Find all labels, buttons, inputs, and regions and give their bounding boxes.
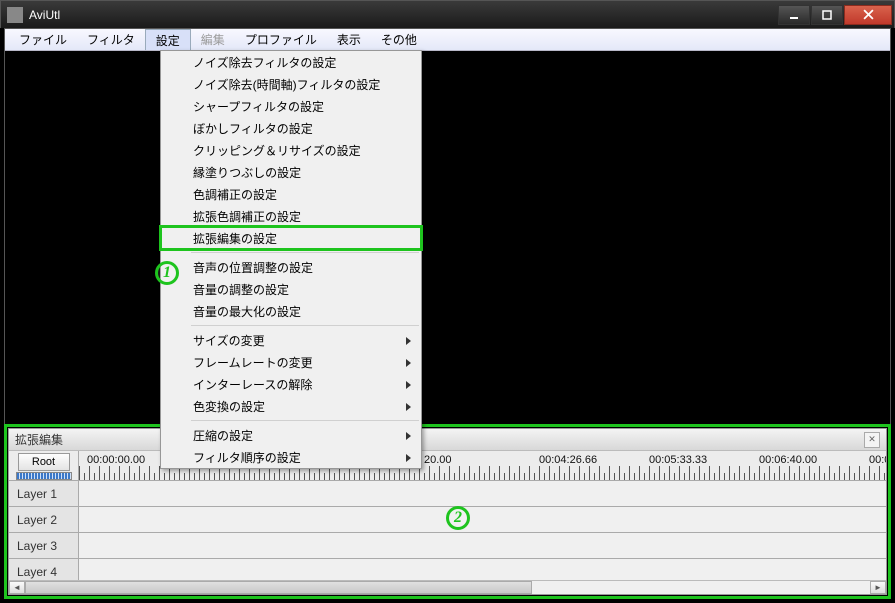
menu-表示[interactable]: 表示 bbox=[327, 29, 371, 50]
submenu-arrow-icon bbox=[406, 432, 411, 440]
menu-item-縁塗りつぶしの設定[interactable]: 縁塗りつぶしの設定 bbox=[161, 161, 421, 183]
time-label: 00:04:26.66 bbox=[539, 454, 597, 466]
submenu-arrow-icon bbox=[406, 381, 411, 389]
submenu-arrow-icon bbox=[406, 403, 411, 411]
layer-track[interactable] bbox=[79, 533, 886, 558]
submenu-arrow-icon bbox=[406, 337, 411, 345]
menu-編集: 編集 bbox=[191, 29, 235, 50]
submenu-arrow-icon bbox=[406, 454, 411, 462]
layer-label[interactable]: Layer 3 bbox=[9, 533, 79, 558]
menu-プロファイル[interactable]: プロファイル bbox=[235, 29, 327, 50]
window-buttons bbox=[778, 5, 892, 25]
menu-item-ノイズ除去(時間軸)フィルタの設定[interactable]: ノイズ除去(時間軸)フィルタの設定 bbox=[161, 73, 421, 95]
zoom-slider[interactable] bbox=[16, 472, 72, 480]
menu-item-色変換の設定[interactable]: 色変換の設定 bbox=[161, 395, 421, 417]
menu-separator bbox=[191, 420, 419, 421]
menu-item-音量の最大化の設定[interactable]: 音量の最大化の設定 bbox=[161, 300, 421, 322]
menu-item-クリッピング＆リサイズの設定[interactable]: クリッピング＆リサイズの設定 bbox=[161, 139, 421, 161]
annotation-1: 1 bbox=[155, 261, 179, 285]
timeline-header: Root 00:00:00.00 20.00 00:04:26.66 00:05:33… bbox=[9, 451, 886, 481]
time-label: 20.00 bbox=[424, 454, 452, 466]
time-label: 00:07:46.66 bbox=[869, 454, 886, 466]
menu-separator bbox=[191, 325, 419, 326]
scrollbar-thumb[interactable] bbox=[25, 581, 532, 594]
menu-設定[interactable]: 設定 bbox=[145, 29, 191, 50]
menu-item-ぼかしフィルタの設定[interactable]: ぼかしフィルタの設定 bbox=[161, 117, 421, 139]
menu-item-音量の調整の設定[interactable]: 音量の調整の設定 bbox=[161, 278, 421, 300]
layer-track[interactable] bbox=[79, 507, 886, 532]
menu-ファイル[interactable]: ファイル bbox=[9, 29, 77, 50]
menu-item-色調補正の設定[interactable]: 色調補正の設定 bbox=[161, 183, 421, 205]
timeline-title: 拡張編集 bbox=[15, 431, 864, 448]
layer-label[interactable]: Layer 2 bbox=[9, 507, 79, 532]
maximize-button[interactable] bbox=[811, 5, 843, 25]
root-button[interactable]: Root bbox=[18, 453, 70, 471]
titlebar[interactable]: AviUtl bbox=[0, 0, 895, 28]
time-label: 00:05:33.33 bbox=[649, 454, 707, 466]
menu-フィルタ[interactable]: フィルタ bbox=[77, 29, 145, 50]
scroll-right-button[interactable]: ► bbox=[870, 581, 886, 594]
layer-row: Layer 3 bbox=[9, 533, 886, 559]
window-title: AviUtl bbox=[29, 8, 778, 22]
layer-track[interactable] bbox=[79, 481, 886, 506]
menu-item-インターレースの解除[interactable]: インターレースの解除 bbox=[161, 373, 421, 395]
timeline-root-col: Root bbox=[9, 451, 79, 480]
layer-row: Layer 1 bbox=[9, 481, 886, 507]
menu-item-フィルタ順序の設定[interactable]: フィルタ順序の設定 bbox=[161, 446, 421, 468]
time-label: 00:00:00.00 bbox=[87, 454, 145, 466]
menu-item-圧縮の設定[interactable]: 圧縮の設定 bbox=[161, 424, 421, 446]
app-icon bbox=[7, 7, 23, 23]
menu-separator bbox=[191, 252, 419, 253]
menu-item-ノイズ除去フィルタの設定[interactable]: ノイズ除去フィルタの設定 bbox=[161, 51, 421, 73]
settings-menu-dropdown: ノイズ除去フィルタの設定ノイズ除去(時間軸)フィルタの設定シャープフィルタの設定… bbox=[160, 50, 422, 469]
submenu-arrow-icon bbox=[406, 359, 411, 367]
menu-item-音声の位置調整の設定[interactable]: 音声の位置調整の設定 bbox=[161, 256, 421, 278]
layer-label[interactable]: Layer 1 bbox=[9, 481, 79, 506]
time-label: 00:06:40.00 bbox=[759, 454, 817, 466]
scroll-left-button[interactable]: ◄ bbox=[9, 581, 25, 594]
annotation-2: 2 bbox=[446, 506, 470, 530]
timeline-scrollbar[interactable]: ◄ ► bbox=[9, 580, 886, 594]
scrollbar-track[interactable] bbox=[25, 581, 870, 594]
menu-item-拡張編集の設定[interactable]: 拡張編集の設定 bbox=[161, 227, 421, 249]
close-button[interactable] bbox=[844, 5, 892, 25]
menubar: ファイルフィルタ設定編集プロファイル表示その他 bbox=[5, 29, 890, 51]
menu-item-シャープフィルタの設定[interactable]: シャープフィルタの設定 bbox=[161, 95, 421, 117]
menu-item-サイズの変更[interactable]: サイズの変更 bbox=[161, 329, 421, 351]
minimize-button[interactable] bbox=[778, 5, 810, 25]
menu-item-フレームレートの変更[interactable]: フレームレートの変更 bbox=[161, 351, 421, 373]
timeline-close-button[interactable]: ✕ bbox=[864, 432, 880, 448]
timeline-titlebar[interactable]: 拡張編集 ✕ bbox=[9, 429, 886, 451]
menu-その他[interactable]: その他 bbox=[371, 29, 427, 50]
menu-item-拡張色調補正の設定[interactable]: 拡張色調補正の設定 bbox=[161, 205, 421, 227]
